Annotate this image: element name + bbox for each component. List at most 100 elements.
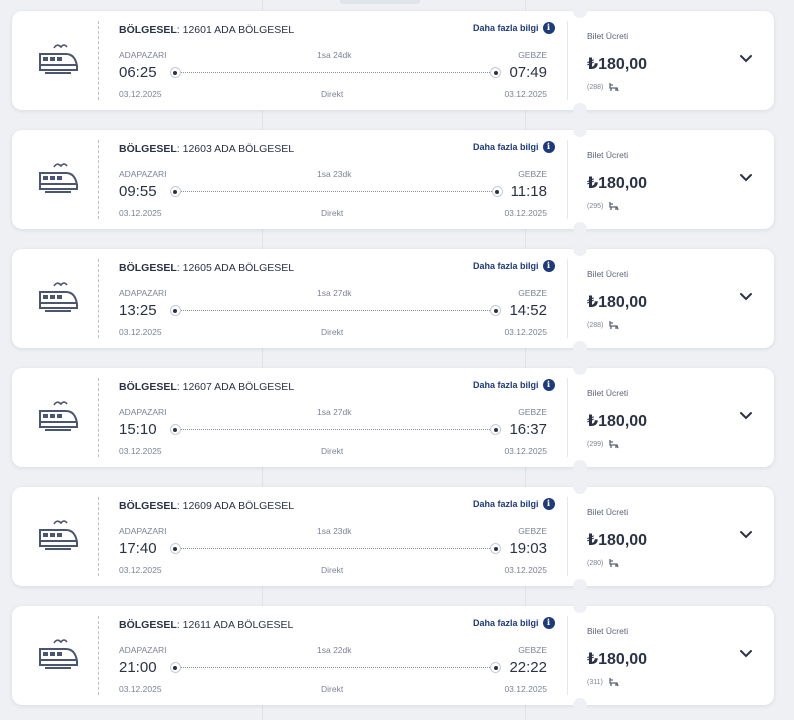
departure-station: ADAPAZARI bbox=[119, 645, 167, 655]
ticket-notch bbox=[573, 480, 587, 494]
chevron-down-icon[interactable] bbox=[739, 173, 753, 183]
ticket-notch bbox=[573, 460, 587, 474]
train-route-title: BÖLGESEL: 12607 ADA BÖLGESEL bbox=[119, 381, 294, 393]
price-label: Bilet Ücreti bbox=[587, 626, 629, 636]
train-card[interactable]: BÖLGESEL: 12607 ADA BÖLGESEL Daha fazla … bbox=[12, 361, 774, 474]
departure-station: ADAPAZARI bbox=[119, 526, 167, 536]
info-icon: i bbox=[542, 22, 555, 34]
departure-dot bbox=[169, 424, 181, 435]
more-info-link[interactable]: Daha fazla bilgi i bbox=[473, 498, 555, 510]
route-prefix: BÖLGESEL bbox=[119, 381, 177, 393]
train-icon bbox=[39, 282, 78, 312]
arrival-time: 19:03 bbox=[509, 540, 547, 557]
journey-track bbox=[180, 191, 492, 192]
card-divider bbox=[98, 140, 99, 219]
available-seats: (288) bbox=[587, 82, 620, 92]
route-prefix: BÖLGESEL bbox=[119, 143, 177, 155]
arrival-station: GEBZE bbox=[518, 526, 547, 536]
arrival-dot bbox=[490, 543, 502, 554]
arrival-dot bbox=[490, 662, 502, 673]
arrival-time: 07:49 bbox=[509, 64, 547, 81]
journey-track bbox=[180, 667, 491, 668]
train-icon bbox=[39, 163, 78, 193]
arrival-date: 03.12.2025 bbox=[504, 327, 547, 337]
route-prefix: BÖLGESEL bbox=[119, 500, 177, 512]
direct-label: Direkt bbox=[321, 684, 344, 694]
departure-date: 03.12.2025 bbox=[119, 208, 162, 218]
card-divider bbox=[98, 497, 99, 576]
chevron-down-icon[interactable] bbox=[739, 649, 753, 659]
train-icon bbox=[39, 401, 78, 431]
seat-icon bbox=[609, 83, 619, 92]
price-label: Bilet Ücreti bbox=[587, 150, 629, 160]
departure-time: 21:00 bbox=[119, 659, 157, 676]
ticket-notch bbox=[573, 4, 587, 18]
seat-count: (280) bbox=[587, 559, 604, 567]
train-card[interactable]: BÖLGESEL: 12603 ADA BÖLGESEL Daha fazla … bbox=[12, 123, 774, 236]
route-prefix: BÖLGESEL bbox=[119, 24, 177, 36]
ticket-notch bbox=[573, 123, 587, 137]
train-card[interactable]: BÖLGESEL: 12611 ADA BÖLGESEL Daha fazla … bbox=[12, 599, 774, 712]
ticket-notch bbox=[573, 341, 587, 355]
price-label: Bilet Ücreti bbox=[587, 31, 629, 41]
arrival-station: GEBZE bbox=[518, 645, 547, 655]
route-name: : 12609 ADA BÖLGESEL bbox=[176, 500, 295, 512]
train-route-title: BÖLGESEL: 12601 ADA BÖLGESEL bbox=[119, 24, 294, 36]
more-info-link[interactable]: Daha fazla bilgi i bbox=[473, 617, 555, 629]
ticket-notch bbox=[573, 599, 587, 613]
ticket-notch bbox=[573, 222, 587, 236]
journey-duration: 1sa 24dk bbox=[317, 50, 352, 60]
chevron-down-icon[interactable] bbox=[739, 411, 753, 421]
departure-date: 03.12.2025 bbox=[119, 684, 162, 694]
ticket-notch bbox=[573, 698, 587, 712]
ticket-notch bbox=[573, 361, 587, 375]
departure-dot bbox=[169, 67, 181, 78]
seat-count: (288) bbox=[587, 83, 604, 91]
arrival-station: GEBZE bbox=[518, 50, 547, 60]
chevron-down-icon[interactable] bbox=[739, 530, 753, 540]
journey-track bbox=[180, 548, 491, 549]
departure-date: 03.12.2025 bbox=[119, 565, 162, 575]
ticket-notch bbox=[573, 242, 587, 256]
seat-count: (299) bbox=[587, 440, 604, 448]
more-info-link[interactable]: Daha fazla bilgi i bbox=[473, 379, 555, 391]
departure-date: 03.12.2025 bbox=[119, 89, 162, 99]
arrival-date: 03.12.2025 bbox=[504, 565, 547, 575]
route-name: : 12605 ADA BÖLGESEL bbox=[176, 262, 295, 274]
train-card[interactable]: BÖLGESEL: 12605 ADA BÖLGESEL Daha fazla … bbox=[12, 242, 774, 355]
departure-dot bbox=[169, 662, 181, 673]
available-seats: (280) bbox=[587, 558, 620, 568]
seat-icon bbox=[609, 678, 619, 687]
departure-station: ADAPAZARI bbox=[119, 288, 167, 298]
route-prefix: BÖLGESEL bbox=[119, 262, 177, 274]
direct-label: Direkt bbox=[321, 208, 344, 218]
more-info-label: Daha fazla bilgi bbox=[473, 261, 539, 271]
price-divider bbox=[567, 497, 568, 576]
arrival-dot bbox=[490, 424, 502, 435]
ticket-price: ₺180,00 bbox=[587, 413, 648, 430]
train-card[interactable]: BÖLGESEL: 12609 ADA BÖLGESEL Daha fazla … bbox=[12, 480, 774, 593]
ticket-price: ₺180,00 bbox=[587, 56, 648, 73]
arrival-date: 03.12.2025 bbox=[504, 446, 547, 456]
more-info-link[interactable]: Daha fazla bilgi i bbox=[473, 141, 555, 153]
more-info-link[interactable]: Daha fazla bilgi i bbox=[473, 260, 555, 272]
train-route-title: BÖLGESEL: 12605 ADA BÖLGESEL bbox=[119, 262, 294, 274]
route-prefix: BÖLGESEL bbox=[119, 619, 177, 631]
direct-label: Direkt bbox=[321, 327, 344, 337]
departure-station: ADAPAZARI bbox=[119, 407, 167, 417]
more-info-label: Daha fazla bilgi bbox=[473, 23, 539, 33]
chevron-down-icon[interactable] bbox=[739, 54, 753, 64]
journey-duration: 1sa 27dk bbox=[317, 407, 352, 417]
departure-date: 03.12.2025 bbox=[119, 446, 162, 456]
arrival-date: 03.12.2025 bbox=[504, 684, 547, 694]
price-divider bbox=[567, 378, 568, 457]
departure-station: ADAPAZARI bbox=[119, 50, 167, 60]
journey-track bbox=[180, 310, 491, 311]
chevron-down-icon[interactable] bbox=[739, 292, 753, 302]
info-icon: i bbox=[542, 617, 555, 629]
available-seats: (288) bbox=[587, 320, 620, 330]
ticket-price: ₺180,00 bbox=[587, 532, 648, 549]
route-name: : 12611 ADA BÖLGESEL bbox=[176, 619, 294, 631]
more-info-link[interactable]: Daha fazla bilgi i bbox=[473, 22, 555, 34]
train-card[interactable]: BÖLGESEL: 12601 ADA BÖLGESEL Daha fazla … bbox=[12, 4, 774, 117]
